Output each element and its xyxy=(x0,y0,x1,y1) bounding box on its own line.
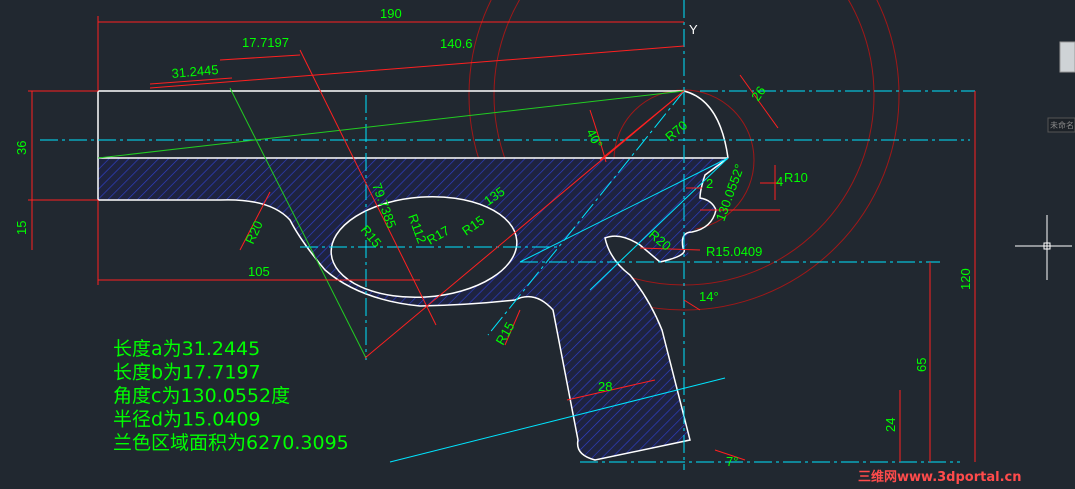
note-line: 长度b为17.7197 xyxy=(113,362,261,384)
dimline-140-6 xyxy=(149,45,685,89)
note-line: 兰色区域面积为6270.3095 xyxy=(113,432,349,454)
dim-17-7197-label: 17.7197 xyxy=(242,35,289,50)
dim-15-label: 15 xyxy=(14,221,29,235)
watermark: 三维网www.3dportal.cn xyxy=(858,469,1021,485)
dim-14deg-label: 14° xyxy=(699,289,719,304)
note-line: 半径d为15.0409 xyxy=(113,409,261,431)
crosshair-cursor-icon xyxy=(1015,215,1072,280)
dim-28-label: 28 xyxy=(598,379,612,394)
dim-105-label: 105 xyxy=(248,264,270,279)
side-panel[interactable]: 未命名 xyxy=(1047,41,1075,133)
dim-7deg-label: 7° xyxy=(726,454,738,469)
dim-40deg-label: 40° xyxy=(583,126,605,150)
dimline-17-7197 xyxy=(219,54,301,61)
dim-r10-label: R10 xyxy=(784,170,808,185)
dim-140-6-label: 140.6 xyxy=(440,36,473,51)
dimline-14deg xyxy=(683,299,701,311)
outline-top xyxy=(98,90,729,159)
note-line: 长度a为31.2445 xyxy=(113,338,260,360)
dim-65-label: 65 xyxy=(914,358,929,372)
dim-r20-left-label: R20 xyxy=(242,218,266,246)
side-panel-label: 未命名 xyxy=(1050,120,1074,130)
y-axis-label: Y xyxy=(689,22,698,37)
dim-4-label: 4 xyxy=(776,174,783,189)
note-line: 角度c为130.0552度 xyxy=(113,385,290,407)
dim-36-label: 36 xyxy=(14,141,29,155)
dim-31-2445-label: 31.2445 xyxy=(171,62,219,81)
notes-block: 长度a为31.2445长度b为17.7197角度c为130.0552度半径d为1… xyxy=(113,338,349,454)
cad-drawing-canvas[interactable]: Y 190140.617.719731.244540° R70263615 R201… xyxy=(0,0,1075,489)
dim-130-0552-label: 130.0552° xyxy=(713,162,747,223)
dim-190-label: 190 xyxy=(380,6,402,21)
dim-2-label: 2 xyxy=(706,176,713,191)
dim-120-label: 120 xyxy=(958,268,973,290)
dim-26-label: 26 xyxy=(748,83,769,103)
dim-r15-0409-label: R15.0409 xyxy=(706,244,762,259)
dim-24-label: 24 xyxy=(883,418,898,432)
